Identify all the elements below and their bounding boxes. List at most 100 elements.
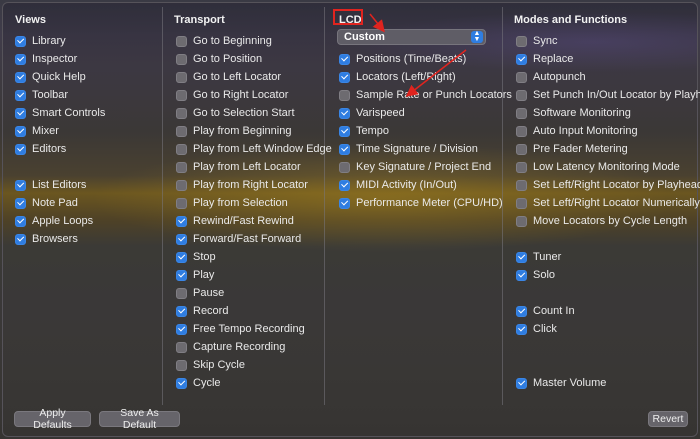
- modes-item-solo[interactable]: Solo: [516, 267, 555, 283]
- checkbox-unchecked-icon[interactable]: [516, 89, 527, 101]
- lcd-item-time-signature-division[interactable]: Time Signature / Division: [339, 141, 478, 157]
- modes-item-set-left-right-locator-by-playhead[interactable]: Set Left/Right Locator by Playhead: [516, 177, 700, 193]
- views-item-browsers[interactable]: Browsers: [15, 231, 78, 247]
- views-item-mixer[interactable]: Mixer: [15, 123, 59, 139]
- modes-item-autopunch[interactable]: Autopunch: [516, 69, 586, 85]
- checkbox-checked-icon[interactable]: [339, 53, 350, 65]
- transport-item-play-from-selection[interactable]: Play from Selection: [176, 195, 288, 211]
- checkbox-checked-icon[interactable]: [176, 233, 187, 245]
- views-item-quick-help[interactable]: Quick Help: [15, 69, 86, 85]
- checkbox-checked-icon[interactable]: [15, 107, 26, 119]
- checkbox-unchecked-icon[interactable]: [516, 71, 527, 83]
- checkbox-checked-icon[interactable]: [339, 71, 350, 83]
- checkbox-checked-icon[interactable]: [176, 251, 187, 263]
- checkbox-checked-icon[interactable]: [15, 179, 26, 191]
- modes-item-sync[interactable]: Sync: [516, 33, 557, 49]
- lcd-item-key-signature-project-end[interactable]: Key Signature / Project End: [339, 159, 491, 175]
- transport-item-free-tempo-recording[interactable]: Free Tempo Recording: [176, 321, 305, 337]
- views-item-library[interactable]: Library: [15, 33, 66, 49]
- modes-item-pre-fader-metering[interactable]: Pre Fader Metering: [516, 141, 628, 157]
- modes-item-replace[interactable]: Replace: [516, 51, 573, 67]
- checkbox-checked-icon[interactable]: [176, 305, 187, 317]
- views-item-smart-controls[interactable]: Smart Controls: [15, 105, 105, 121]
- transport-item-go-to-beginning[interactable]: Go to Beginning: [176, 33, 272, 49]
- transport-item-cycle[interactable]: Cycle: [176, 375, 221, 391]
- transport-item-record[interactable]: Record: [176, 303, 228, 319]
- transport-item-go-to-position[interactable]: Go to Position: [176, 51, 262, 67]
- checkbox-checked-icon[interactable]: [176, 377, 187, 389]
- checkbox-unchecked-icon[interactable]: [176, 125, 187, 137]
- checkbox-unchecked-icon[interactable]: [176, 197, 187, 209]
- lcd-item-tempo[interactable]: Tempo: [339, 123, 389, 139]
- checkbox-checked-icon[interactable]: [516, 251, 527, 263]
- modes-item-low-latency-monitoring-mode[interactable]: Low Latency Monitoring Mode: [516, 159, 680, 175]
- transport-item-rewind-fast-rewind[interactable]: Rewind/Fast Rewind: [176, 213, 294, 229]
- lcd-item-varispeed[interactable]: Varispeed: [339, 105, 405, 121]
- checkbox-checked-icon[interactable]: [15, 215, 26, 227]
- checkbox-checked-icon[interactable]: [176, 215, 187, 227]
- transport-item-play[interactable]: Play: [176, 267, 214, 283]
- modes-item-auto-input-monitoring[interactable]: Auto Input Monitoring: [516, 123, 638, 139]
- checkbox-unchecked-icon[interactable]: [176, 35, 187, 47]
- lcd-item-performance-meter-cpu-hd[interactable]: Performance Meter (CPU/HD): [339, 195, 503, 211]
- checkbox-checked-icon[interactable]: [176, 269, 187, 281]
- lcd-item-positions-time-beats[interactable]: Positions (Time/Beats): [339, 51, 466, 67]
- checkbox-unchecked-icon[interactable]: [176, 359, 187, 371]
- views-item-inspector[interactable]: Inspector: [15, 51, 77, 67]
- checkbox-checked-icon[interactable]: [15, 53, 26, 65]
- views-item-editors[interactable]: Editors: [15, 141, 66, 157]
- checkbox-unchecked-icon[interactable]: [516, 35, 527, 47]
- revert-button[interactable]: Revert: [648, 411, 688, 427]
- lcd-item-sample-rate-or-punch-locators[interactable]: Sample Rate or Punch Locators: [339, 87, 512, 103]
- modes-item-set-punch-in-out-locator-by-playhead[interactable]: Set Punch In/Out Locator by Playhead: [516, 87, 700, 103]
- modes-item-tuner[interactable]: Tuner: [516, 249, 561, 265]
- transport-item-stop[interactable]: Stop: [176, 249, 216, 265]
- checkbox-checked-icon[interactable]: [15, 125, 26, 137]
- checkbox-checked-icon[interactable]: [339, 179, 350, 191]
- checkbox-unchecked-icon[interactable]: [176, 53, 187, 65]
- checkbox-checked-icon[interactable]: [339, 197, 350, 209]
- transport-item-play-from-right-locator[interactable]: Play from Right Locator: [176, 177, 308, 193]
- checkbox-checked-icon[interactable]: [516, 377, 527, 389]
- modes-item-count-in[interactable]: Count In: [516, 303, 575, 319]
- checkbox-checked-icon[interactable]: [339, 107, 350, 119]
- transport-item-play-from-beginning[interactable]: Play from Beginning: [176, 123, 291, 139]
- modes-item-software-monitoring[interactable]: Software Monitoring: [516, 105, 631, 121]
- transport-item-play-from-left-window-edge[interactable]: Play from Left Window Edge: [176, 141, 332, 157]
- checkbox-unchecked-icon[interactable]: [516, 125, 527, 137]
- views-item-note-pad[interactable]: Note Pad: [15, 195, 78, 211]
- modes-item-master-volume[interactable]: Master Volume: [516, 375, 606, 391]
- modes-item-set-left-right-locator-numerically[interactable]: Set Left/Right Locator Numerically: [516, 195, 700, 211]
- checkbox-checked-icon[interactable]: [15, 143, 26, 155]
- transport-item-capture-recording[interactable]: Capture Recording: [176, 339, 285, 355]
- modes-item-move-locators-by-cycle-length[interactable]: Move Locators by Cycle Length: [516, 213, 687, 229]
- checkbox-unchecked-icon[interactable]: [176, 179, 187, 191]
- checkbox-checked-icon[interactable]: [15, 197, 26, 209]
- checkbox-checked-icon[interactable]: [15, 71, 26, 83]
- checkbox-unchecked-icon[interactable]: [176, 107, 187, 119]
- transport-item-go-to-left-locator[interactable]: Go to Left Locator: [176, 69, 281, 85]
- checkbox-unchecked-icon[interactable]: [516, 197, 527, 209]
- apply-defaults-button[interactable]: Apply Defaults: [14, 407, 91, 431]
- checkbox-checked-icon[interactable]: [15, 233, 26, 245]
- checkbox-checked-icon[interactable]: [516, 323, 527, 335]
- modes-item-click[interactable]: Click: [516, 321, 557, 337]
- checkbox-unchecked-icon[interactable]: [176, 71, 187, 83]
- views-item-toolbar[interactable]: Toolbar: [15, 87, 68, 103]
- checkbox-unchecked-icon[interactable]: [516, 161, 527, 173]
- checkbox-unchecked-icon[interactable]: [176, 143, 187, 155]
- transport-item-go-to-right-locator[interactable]: Go to Right Locator: [176, 87, 288, 103]
- checkbox-unchecked-icon[interactable]: [176, 341, 187, 353]
- transport-item-pause[interactable]: Pause: [176, 285, 224, 301]
- checkbox-checked-icon[interactable]: [15, 35, 26, 47]
- transport-item-skip-cycle[interactable]: Skip Cycle: [176, 357, 245, 373]
- checkbox-unchecked-icon[interactable]: [176, 89, 187, 101]
- lcd-mode-dropdown[interactable]: Custom ▲ ▼: [337, 29, 486, 45]
- lcd-item-locators-left-right[interactable]: Locators (Left/Right): [339, 69, 456, 85]
- checkbox-unchecked-icon[interactable]: [516, 215, 527, 227]
- checkbox-unchecked-icon[interactable]: [339, 161, 350, 173]
- checkbox-checked-icon[interactable]: [516, 305, 527, 317]
- checkbox-checked-icon[interactable]: [516, 53, 527, 65]
- save-as-default-button[interactable]: Save As Default: [99, 407, 180, 431]
- checkbox-unchecked-icon[interactable]: [339, 89, 350, 101]
